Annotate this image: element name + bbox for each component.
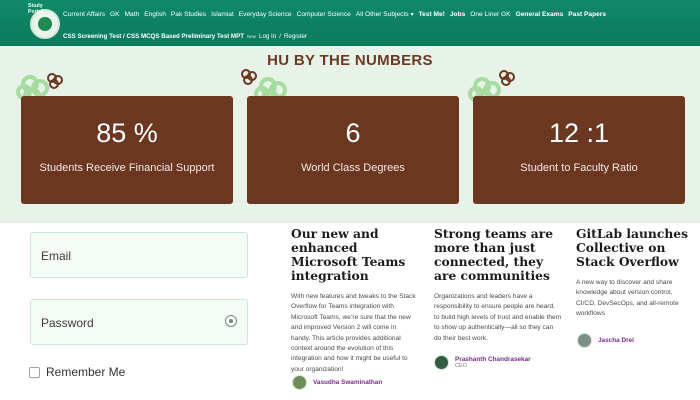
logo-emblem-icon: [38, 17, 52, 31]
stat-number: 6: [345, 118, 361, 148]
author-name[interactable]: Prashanth Chandrasekar: [455, 356, 531, 363]
stat-number: 85 %: [96, 118, 158, 148]
article-body: With new features and tweaks to the Stac…: [291, 293, 416, 373]
author-name[interactable]: Jascha Drel: [598, 337, 634, 344]
logo-text: Study Portal: [28, 3, 44, 15]
article-title[interactable]: GitLab launches Collective on Stack Over…: [576, 227, 692, 269]
nav-separator: /: [279, 33, 281, 40]
article-author: Vasudha Swaminathan: [292, 375, 382, 390]
avatar: [577, 333, 592, 348]
nav-item-pak-studies[interactable]: Pak Studies: [171, 10, 206, 20]
nav-item-jobs[interactable]: Jobs: [450, 10, 465, 20]
primary-nav: Current Affairs GK Math English Pak Stud…: [63, 10, 606, 20]
remember-me-label: Remember Me: [46, 365, 126, 379]
article-title[interactable]: Strong teams are more than just connecte…: [434, 227, 562, 283]
stat-card-faculty-ratio: 12 :1 Student to Faculty Ratio: [473, 96, 685, 204]
email-placeholder: Email: [41, 249, 72, 263]
nav-item-all-other-subjects[interactable]: All Other Subjects: [356, 10, 409, 20]
secondary-nav: CSS Screening Test / CSS MCQS Based Prel…: [63, 32, 307, 41]
article-author: Jascha Drel: [577, 333, 634, 348]
nav-item-past-papers[interactable]: Past Papers: [568, 10, 606, 20]
nav-item-math[interactable]: Math: [125, 10, 140, 20]
stat-label: Students Receive Financial Support: [39, 162, 215, 174]
password-placeholder: Password: [41, 316, 94, 330]
nav-item-general-exams[interactable]: General Exams: [516, 10, 564, 20]
article-title[interactable]: Our new and enhanced Microsoft Teams int…: [291, 227, 416, 283]
avatar: [292, 375, 307, 390]
nav-item-log-in[interactable]: Log In: [259, 32, 276, 41]
email-field[interactable]: Email: [30, 232, 248, 278]
stat-label: World Class Degrees: [301, 162, 405, 174]
nav-item-current-affairs[interactable]: Current Affairs: [63, 10, 105, 20]
new-badge: New: [246, 34, 256, 39]
article-body: A new way to discover and share knowledg…: [576, 279, 679, 318]
author-role: CEO: [455, 363, 468, 369]
show-password-icon[interactable]: [225, 315, 237, 327]
nav-item-everyday-science[interactable]: Everyday Science: [239, 10, 292, 20]
author-name[interactable]: Vasudha Swaminathan: [313, 379, 382, 386]
stats-title: HU BY THE NUMBERS: [267, 52, 433, 69]
nav-item-test-me[interactable]: Test Me!: [419, 10, 445, 20]
article-card[interactable]: Our new and enhanced Microsoft Teams int…: [291, 227, 416, 375]
nav-item-islamiat[interactable]: Islamiat: [211, 10, 234, 20]
nav-item-register[interactable]: Register: [284, 32, 307, 41]
nav-item-gk[interactable]: GK: [110, 10, 120, 20]
avatar: [434, 355, 449, 370]
nav-item-english[interactable]: English: [144, 10, 166, 20]
article-body: Organizations and leaders have a respons…: [434, 293, 562, 342]
article-card[interactable]: GitLab launches Collective on Stack Over…: [576, 227, 692, 320]
nav-item-css-screening-test[interactable]: CSS Screening Test / CSS MCQS Based Prel…: [63, 32, 244, 41]
nav-item-computer-science[interactable]: Computer Science: [297, 10, 351, 20]
flower-decoration-icon: [499, 70, 515, 86]
article-card[interactable]: Strong teams are more than just connecte…: [434, 227, 562, 344]
stat-number: 12 :1: [548, 118, 610, 148]
remember-me[interactable]: Remember Me: [29, 365, 125, 379]
article-author: Prashanth Chandrasekar CEO: [434, 355, 531, 370]
chevron-down-icon[interactable]: ▾: [411, 10, 414, 20]
site-logo[interactable]: Study Portal: [28, 3, 60, 39]
stat-card-financial-support: 85 % Students Receive Financial Support: [21, 96, 233, 204]
password-field[interactable]: Password: [30, 299, 248, 345]
nav-item-one-liner-gk[interactable]: One Liner GK: [470, 10, 510, 20]
remember-me-checkbox[interactable]: [29, 366, 40, 378]
stat-card-degrees: 6 World Class Degrees: [247, 96, 459, 204]
top-navbar: Study Portal Current Affairs GK Math Eng…: [0, 0, 700, 46]
stat-label: Student to Faculty Ratio: [520, 162, 638, 174]
flower-decoration-icon: [47, 73, 63, 89]
